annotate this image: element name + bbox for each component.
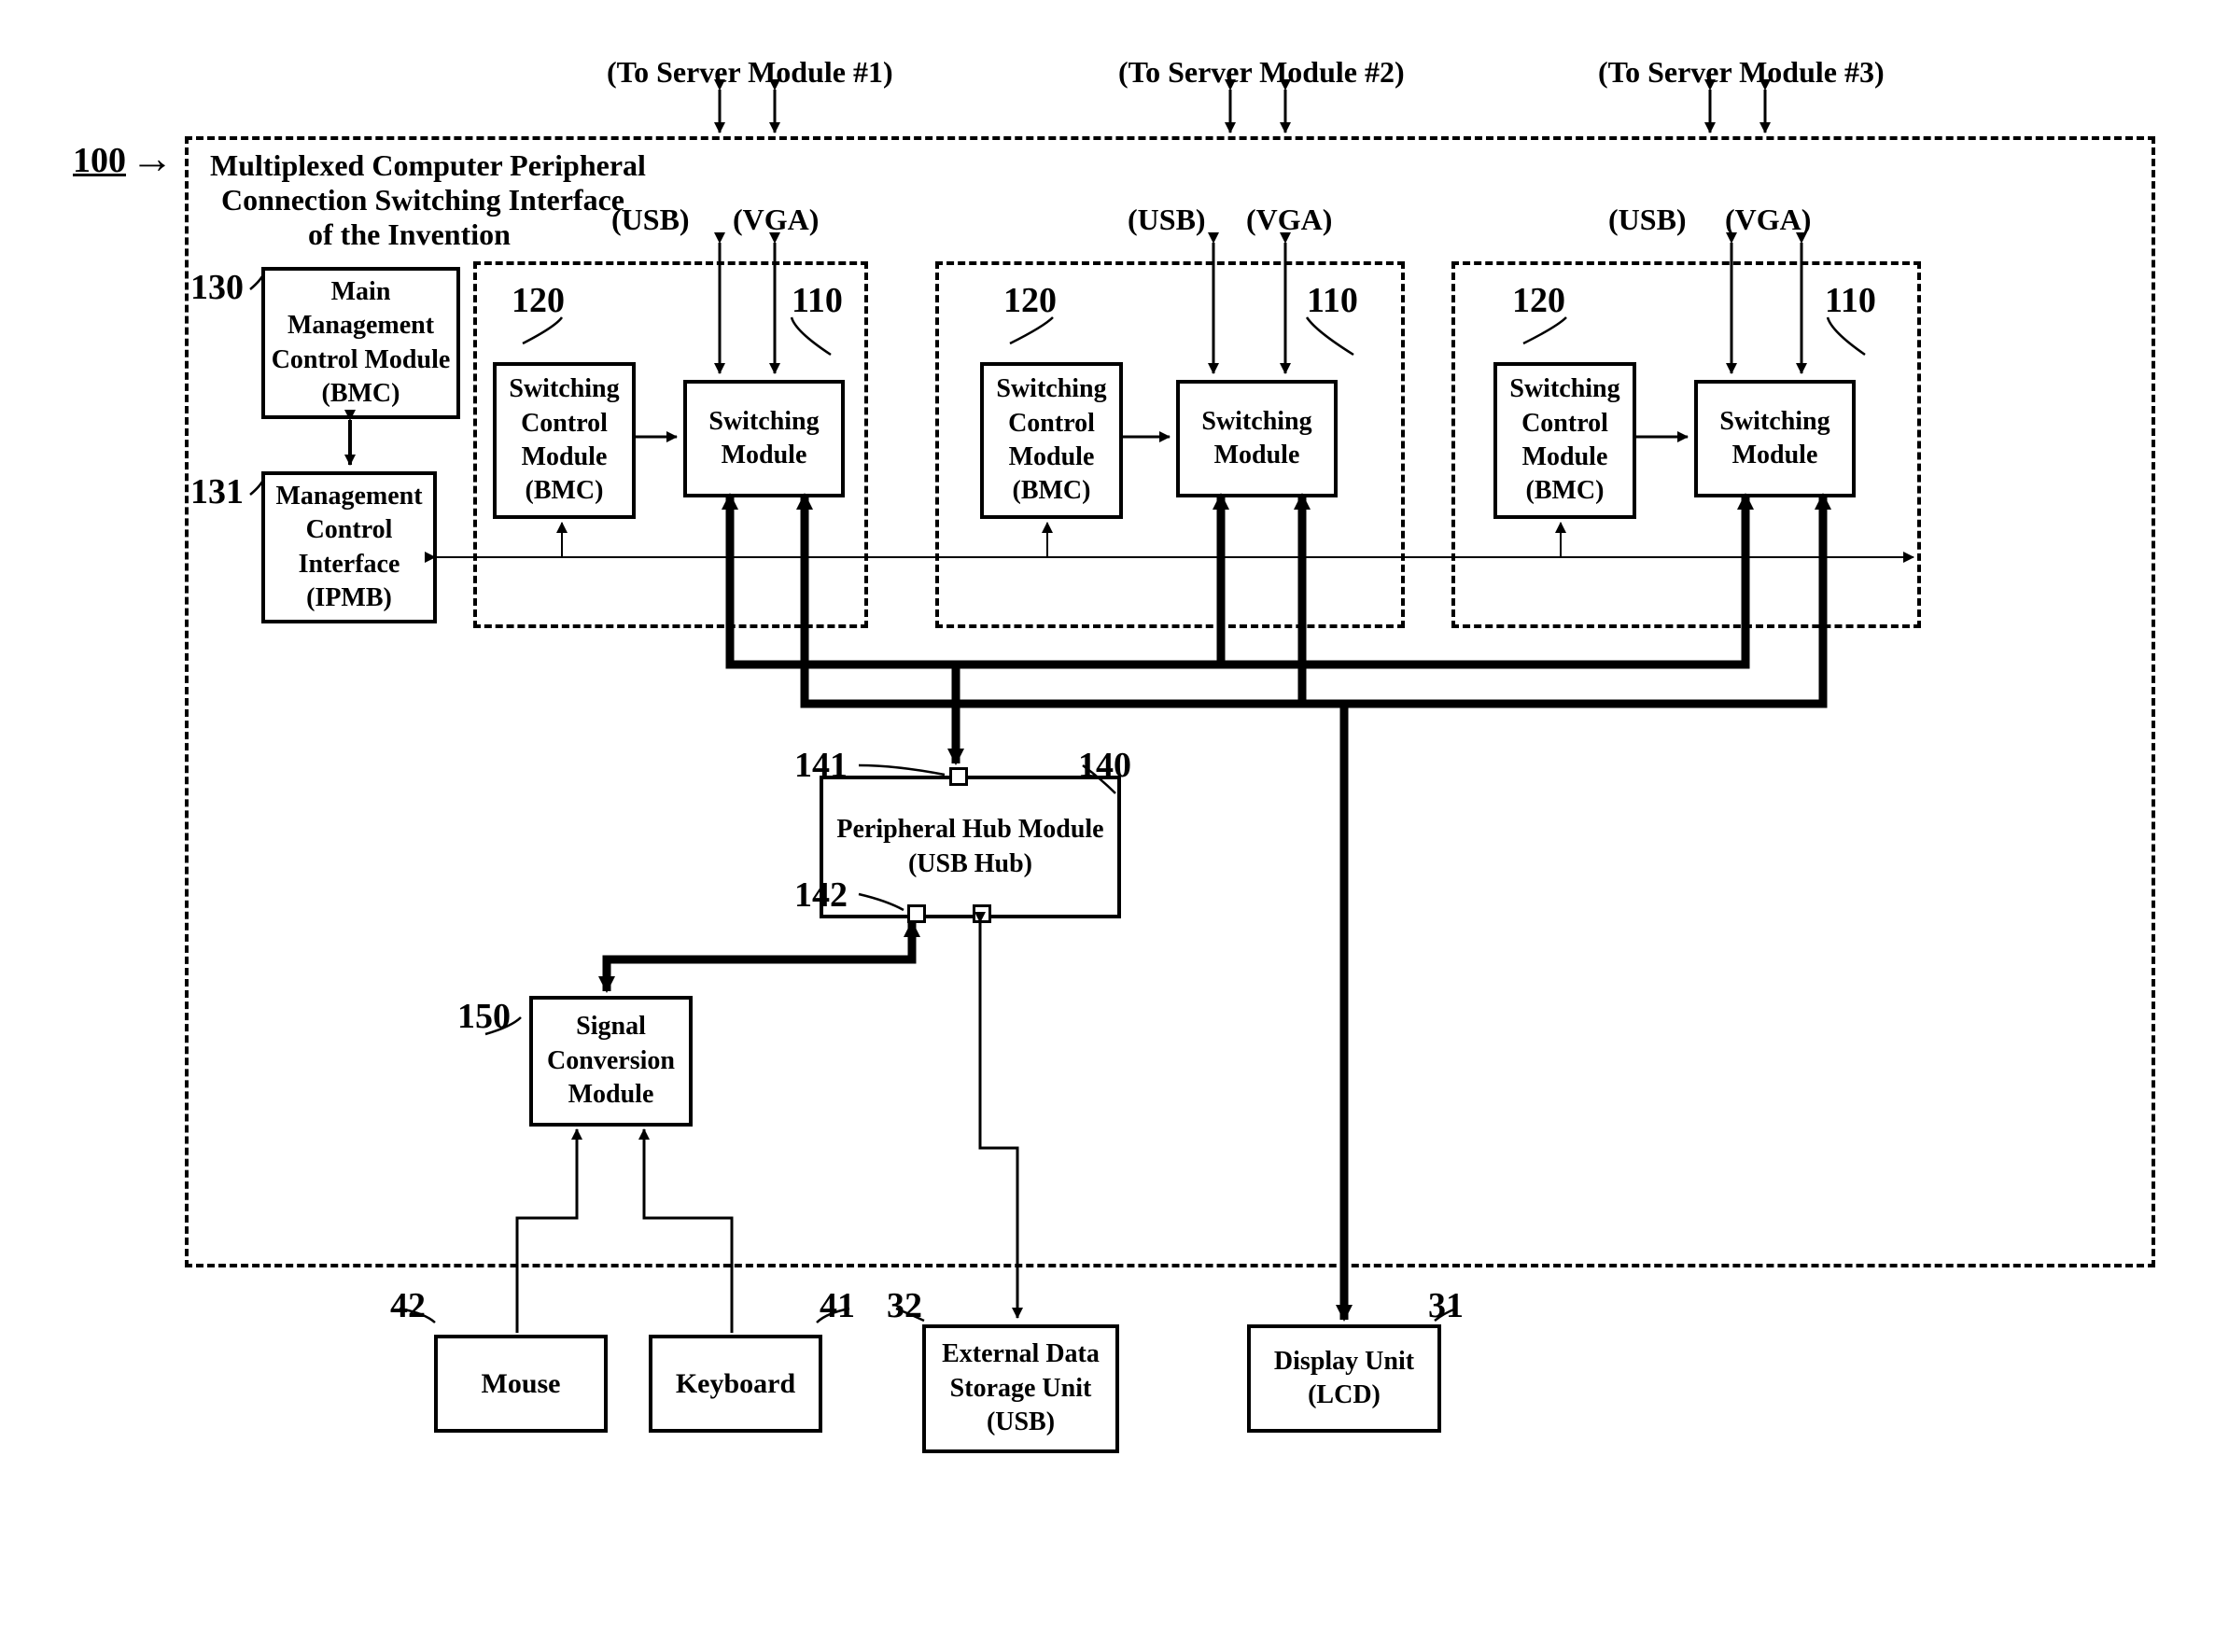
arrows-layer (0, 0, 2229, 1652)
